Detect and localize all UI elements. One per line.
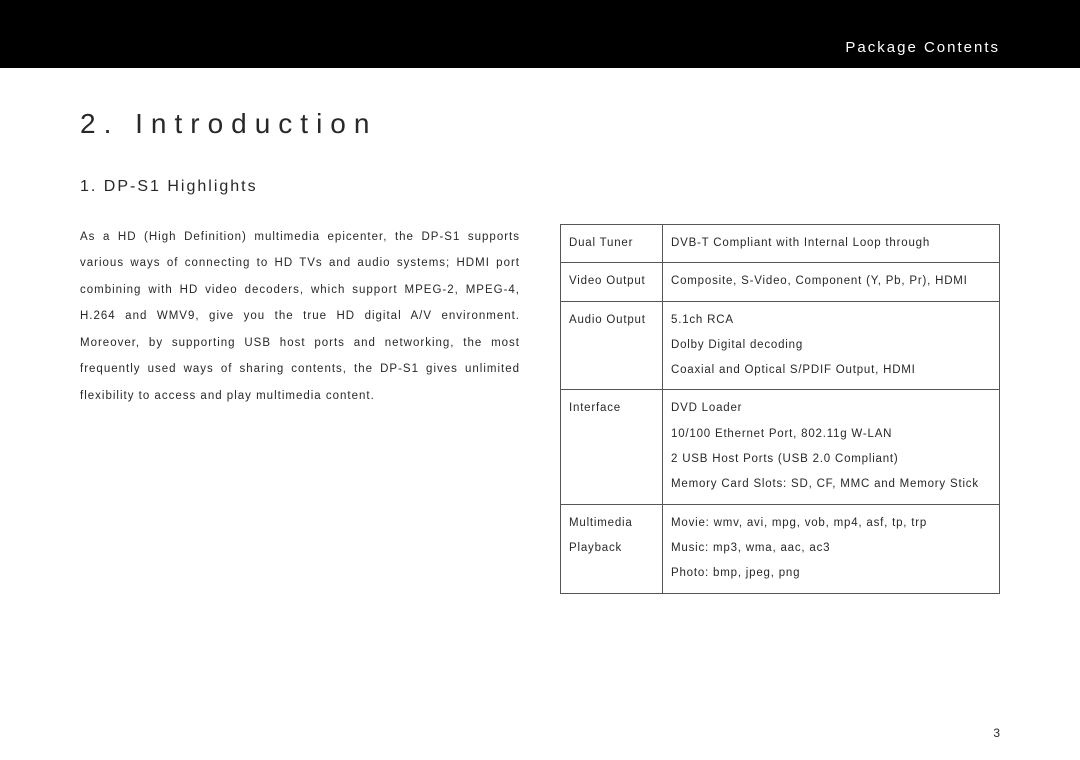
header-section-label: Package Contents <box>845 39 1000 56</box>
table-row: Video OutputComposite, S-Video, Componen… <box>561 263 1000 301</box>
spec-label: Video Output <box>561 263 663 301</box>
spec-value: 5.1ch RCADolby Digital decodingCoaxial a… <box>663 301 1000 390</box>
spec-label: Audio Output <box>561 301 663 390</box>
spec-value: Composite, S-Video, Component (Y, Pb, Pr… <box>663 263 1000 301</box>
spec-label: Interface <box>561 390 663 504</box>
table-row: Audio Output5.1ch RCADolby Digital decod… <box>561 301 1000 390</box>
spec-value: DVB-T Compliant with Internal Loop throu… <box>663 225 1000 263</box>
two-column-layout: As a HD (High Definition) multimedia epi… <box>80 224 1000 594</box>
page-content: 2. Introduction 1. DP-S1 Highlights As a… <box>0 68 1080 594</box>
table-row: InterfaceDVD Loader10/100 Ethernet Port,… <box>561 390 1000 504</box>
spec-value: DVD Loader10/100 Ethernet Port, 802.11g … <box>663 390 1000 504</box>
left-column: As a HD (High Definition) multimedia epi… <box>80 224 520 594</box>
header-bar: Package Contents <box>0 0 1080 68</box>
spec-label: Multimedia Playback <box>561 504 663 593</box>
spec-label: Dual Tuner <box>561 225 663 263</box>
spec-table-body: Dual TunerDVB-T Compliant with Internal … <box>561 225 1000 594</box>
table-row: Multimedia PlaybackMovie: wmv, avi, mpg,… <box>561 504 1000 593</box>
right-column: Dual TunerDVB-T Compliant with Internal … <box>560 224 1000 594</box>
page-number: 3 <box>993 726 1000 740</box>
spec-table: Dual TunerDVB-T Compliant with Internal … <box>560 224 1000 594</box>
section-title: 1. DP-S1 Highlights <box>80 178 1000 196</box>
body-paragraph: As a HD (High Definition) multimedia epi… <box>80 224 520 409</box>
chapter-title: 2. Introduction <box>80 108 1000 140</box>
table-row: Dual TunerDVB-T Compliant with Internal … <box>561 225 1000 263</box>
spec-value: Movie: wmv, avi, mpg, vob, mp4, asf, tp,… <box>663 504 1000 593</box>
